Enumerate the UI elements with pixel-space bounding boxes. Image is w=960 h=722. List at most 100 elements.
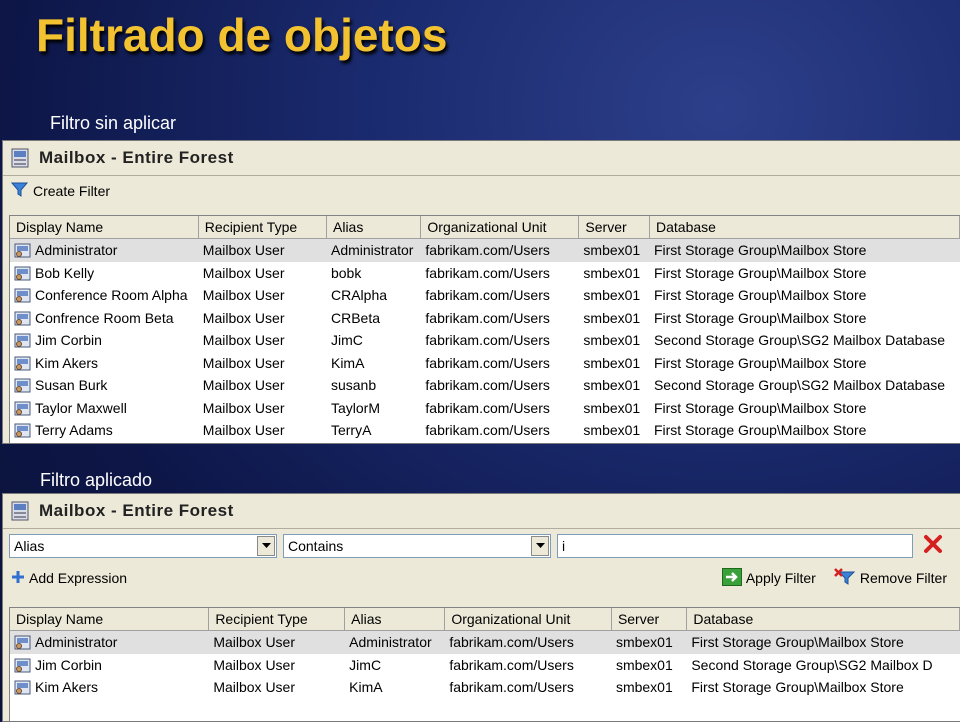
remove-filter-label: Remove Filter [859, 570, 947, 586]
table-row[interactable]: Susan Burk Mailbox User susanb fabrikam.com… [10, 374, 960, 397]
cell-server: smbex01 [583, 242, 641, 259]
column-header-database[interactable]: Database [687, 608, 960, 630]
cell-recipient-type: Mailbox User [202, 264, 285, 281]
column-header-display-name[interactable]: Display Name [10, 608, 210, 630]
cell-server: smbex01 [583, 377, 641, 394]
cell-server: smbex01 [583, 287, 641, 304]
mailbox-user-icon [14, 264, 32, 282]
mailbox-user-icon [14, 656, 32, 674]
dropdown-arrow-icon[interactable] [531, 536, 549, 556]
column-header-recipient-type[interactable]: Recipient Type [209, 608, 346, 630]
cell-database: First Storage Group\Mailbox Store [653, 242, 867, 259]
cell-text: Susan Burk [35, 377, 108, 394]
cell-database: Second Storage Group\SG2 Mailbox Databas… [653, 377, 946, 394]
mailbox-user-icon [14, 421, 32, 439]
cell-recipient-type: Mailbox User [213, 656, 296, 673]
cell-recipient-type: Mailbox User [213, 679, 296, 696]
table-row[interactable]: Kim Akers Mailbox User KimA fabrikam.com/Us… [10, 676, 960, 699]
filter-expression-row: Alias Contains i [3, 529, 960, 563]
filter-attribute-value: Alias [14, 538, 45, 554]
mailbox-panel-filtered: Mailbox - Entire Forest Alias Contains i… [2, 493, 960, 722]
remove-x-icon[interactable] [923, 534, 943, 559]
cell-display-name: Susan Burk [10, 376, 199, 394]
cell-text: Confrence Room Beta [35, 309, 174, 326]
cell-display-name: Confrence Room Beta [10, 309, 199, 327]
cell-recipient-type: Mailbox User [202, 354, 285, 371]
cell-server: smbex01 [615, 634, 673, 651]
cell-organizational-unit: fabrikam.com/Users [425, 332, 550, 349]
create-filter-button[interactable]: Create Filter [10, 182, 110, 201]
cell-server: smbex01 [615, 679, 673, 696]
grid-header: Display Name Recipient Type Alias Organizat… [10, 216, 960, 239]
column-header-alias[interactable]: Alias [327, 216, 422, 238]
column-header-server[interactable]: Server [612, 608, 688, 630]
cell-display-name: Bob Kelly [10, 264, 199, 282]
table-row[interactable]: Jim Corbin Mailbox User JimC fabrikam.com/U… [10, 329, 960, 352]
filter-attribute-select[interactable]: Alias [9, 534, 277, 558]
funnel-remove-icon [833, 567, 856, 589]
add-expression-button[interactable]: Add Expression [11, 570, 127, 587]
table-row[interactable]: Administrator Mailbox User Administrator fa… [10, 631, 960, 654]
cell-server: smbex01 [583, 332, 641, 349]
column-header-organizational-unit[interactable]: Organizational Unit [445, 608, 612, 630]
filter-operator-select[interactable]: Contains [283, 534, 551, 558]
plus-icon [11, 570, 25, 587]
cell-display-name: Administrator [10, 241, 199, 259]
cell-display-name: Kim Akers [10, 678, 209, 696]
apply-arrow-icon [721, 567, 742, 589]
table-row[interactable]: Terry Adams Mailbox User TerryA fabrikam.co… [10, 419, 960, 442]
table-row[interactable]: Kim Akers Mailbox User KimA fabrikam.com/Us… [10, 352, 960, 375]
cell-database: First Storage Group\Mailbox Store [653, 422, 867, 439]
cell-recipient-type: Mailbox User [202, 377, 285, 394]
cell-text: Bob Kelly [35, 264, 95, 281]
caption-filtered: Filtro aplicado [40, 470, 153, 490]
table-row[interactable]: Jim Corbin Mailbox User JimC fabrikam.com/U… [10, 654, 960, 677]
cell-organizational-unit: fabrikam.com/Users [449, 679, 574, 696]
cell-display-name: Terry Adams [10, 421, 199, 439]
table-row[interactable]: Conference Room Alpha Mailbox User CRAlpha… [10, 284, 960, 307]
funnel-icon [10, 182, 29, 201]
toolbar: Create Filter [3, 176, 960, 206]
cell-alias: bobk [330, 264, 362, 281]
cell-alias: Administrator [330, 242, 414, 259]
panel-title: Mailbox - Entire Forest [39, 501, 234, 520]
cell-text: Administrator [35, 242, 118, 259]
grid-header: Display Name Recipient Type Alias Organizat… [10, 608, 960, 631]
column-header-alias[interactable]: Alias [345, 608, 446, 630]
table-row[interactable]: Confrence Room Beta Mailbox User CRBeta fab… [10, 307, 960, 330]
cell-server: smbex01 [583, 422, 641, 439]
apply-filter-label: Apply Filter [745, 570, 816, 586]
mailbox-user-icon [14, 399, 32, 417]
cell-text: Conference Room Alpha [35, 287, 188, 304]
column-header-organizational-unit[interactable]: Organizational Unit [421, 216, 580, 238]
cell-database: First Storage Group\Mailbox Store [653, 309, 867, 326]
cell-database: First Storage Group\Mailbox Store [691, 634, 904, 651]
filter-value-input[interactable]: i [557, 534, 913, 558]
mailbox-user-icon [14, 633, 32, 651]
table-row[interactable]: Taylor Maxwell Mailbox User TaylorM fabrika… [10, 397, 960, 420]
cell-alias: CRBeta [330, 309, 381, 326]
table-row[interactable]: Bob Kelly Mailbox User bobk fabrikam.com/Us… [10, 262, 960, 285]
cell-display-name: Jim Corbin [10, 331, 199, 349]
column-header-database[interactable]: Database [650, 216, 960, 238]
caption-unfiltered: Filtro sin aplicar [50, 113, 177, 133]
filter-toolbar: Add Expression Apply Filter Remove Filte… [3, 563, 960, 593]
cell-server: smbex01 [583, 264, 641, 281]
cell-organizational-unit: fabrikam.com/Users [449, 634, 574, 651]
table-row[interactable]: Administrator Mailbox User Administrator fa… [10, 239, 960, 262]
cell-organizational-unit: fabrikam.com/Users [425, 242, 550, 259]
column-header-display-name[interactable]: Display Name [10, 216, 199, 238]
cell-alias: susanb [330, 377, 377, 394]
column-header-recipient-type[interactable]: Recipient Type [199, 216, 327, 238]
cell-organizational-unit: fabrikam.com/Users [425, 377, 550, 394]
remove-filter-button[interactable]: Remove Filter [833, 567, 947, 589]
mailbox-user-icon [14, 286, 32, 304]
mailbox-panel-icon [11, 148, 29, 168]
apply-filter-button[interactable]: Apply Filter [721, 567, 816, 589]
cell-database: First Storage Group\Mailbox Store [653, 399, 867, 416]
add-expression-label: Add Expression [29, 570, 128, 586]
dropdown-arrow-icon[interactable] [257, 536, 275, 556]
cell-database: Second Storage Group\SG2 Mailbox Databas… [653, 332, 946, 349]
cell-text: Jim Corbin [35, 332, 102, 349]
column-header-server[interactable]: Server [579, 216, 650, 238]
